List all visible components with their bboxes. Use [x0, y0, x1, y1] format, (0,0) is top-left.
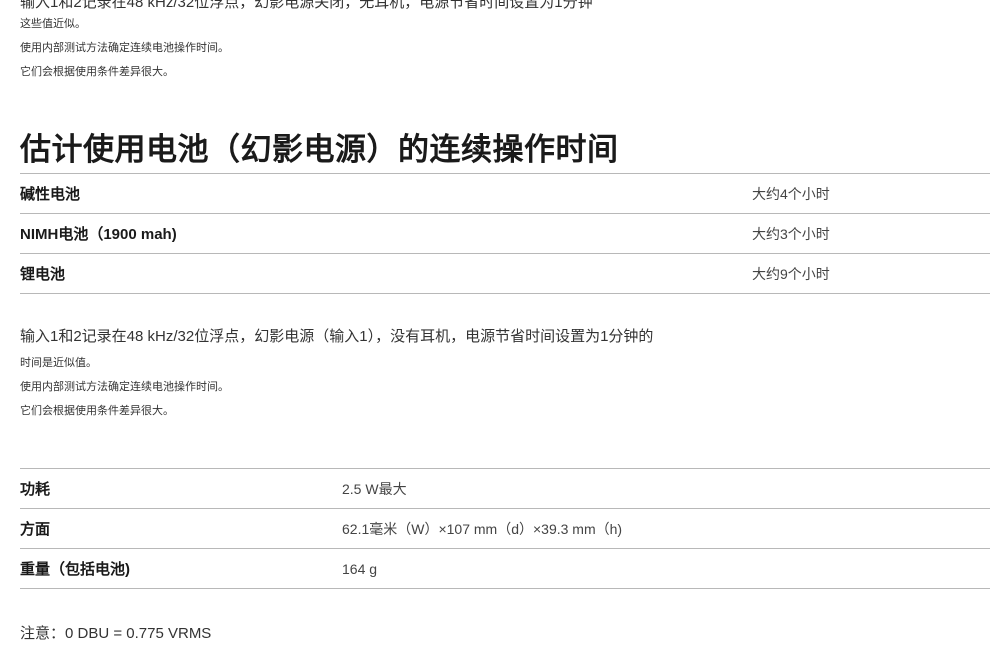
- table-row: 方面 62.1毫米（W）×107 mm（d）×39.3 mm（h): [20, 509, 990, 549]
- row-value: 大约3个小时: [752, 225, 830, 242]
- row-label: 方面: [20, 521, 51, 538]
- battery-notes: 时间是近似值。 使用内部测试方法确定连续电池操作时间。 它们会根据使用条件差异很…: [20, 351, 229, 423]
- note-line: 这些值近似。: [20, 18, 86, 30]
- row-value: 大约4个小时: [752, 185, 830, 202]
- dbu-footnote: 注意：0 DBU = 0.775 VRMS: [20, 625, 212, 642]
- battery-section-title: 估计使用电池（幻影电源）的连续操作时间: [20, 132, 619, 167]
- test-condition-text: 输入1和2记录在48 kHz/32位浮点，幻影电源（输入1），没有耳机，电源节省…: [20, 328, 654, 345]
- top-notes: 这些值近似。 使用内部测试方法确定连续电池操作时间。 它们会根据使用条件差异很大…: [20, 12, 229, 84]
- row-label: 重量（包括电池): [20, 561, 130, 578]
- note-line: 时间是近似值。: [20, 357, 97, 369]
- row-label: 锂电池: [20, 266, 66, 283]
- row-value: 62.1毫米（W）×107 mm（d）×39.3 mm（h): [342, 520, 623, 537]
- row-value: 2.5 W最大: [342, 480, 407, 497]
- row-label: 碱性电池: [20, 186, 81, 203]
- note-line: 它们会根据使用条件差异很大。: [20, 66, 174, 78]
- partially-visible-condition-line: 输入1和2记录在48 kHz/32位浮点，幻影电源关闭，无耳机，电源节省时间设置…: [20, 0, 593, 11]
- table-row: NIMH电池（1900 mah) 大约3个小时: [20, 214, 990, 254]
- row-value: 164 g: [342, 560, 378, 577]
- table-row: 碱性电池 大约4个小时: [20, 173, 990, 214]
- row-value: 大约9个小时: [752, 265, 830, 282]
- row-label: 功耗: [20, 481, 51, 498]
- general-specs-table: 功耗 2.5 W最大 方面 62.1毫米（W）×107 mm（d）×39.3 m…: [20, 468, 990, 589]
- battery-runtime-table: 碱性电池 大约4个小时 NIMH电池（1900 mah) 大约3个小时 锂电池 …: [20, 173, 990, 294]
- row-label: NIMH电池（1900 mah): [20, 226, 177, 243]
- table-row: 功耗 2.5 W最大: [20, 468, 990, 509]
- note-line: 使用内部测试方法确定连续电池操作时间。: [20, 42, 229, 54]
- note-line: 使用内部测试方法确定连续电池操作时间。: [20, 381, 229, 393]
- note-line: 它们会根据使用条件差异很大。: [20, 405, 174, 417]
- table-row: 重量（包括电池) 164 g: [20, 549, 990, 589]
- table-row: 锂电池 大约9个小时: [20, 254, 990, 294]
